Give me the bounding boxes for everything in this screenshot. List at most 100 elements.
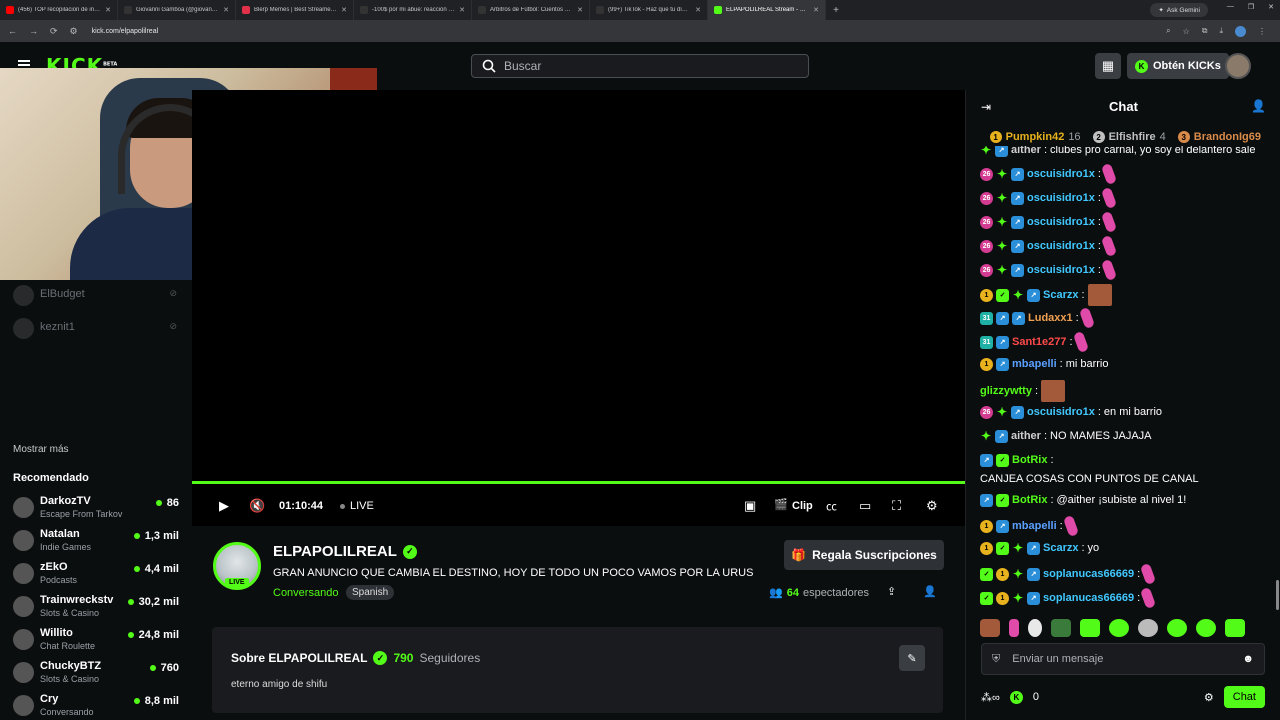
chat-username[interactable]: BotRix <box>1012 452 1047 468</box>
leaderboard-entry[interactable]: 2 Elfishfire 4 <box>1092 128 1166 146</box>
shield-icon[interactable]: ⛨ <box>992 653 1000 666</box>
emoji-picker-icon[interactable]: ☻ <box>1242 653 1254 665</box>
search-input[interactable]: Buscar <box>471 54 809 78</box>
leaderboard-entry[interactable]: 1 Pumpkin42 16 <box>989 128 1081 146</box>
back-icon[interactable]: ← <box>8 26 17 37</box>
mute-icon[interactable]: 🔇 <box>249 498 265 514</box>
chat-username[interactable]: aither <box>1011 146 1041 158</box>
gift-subs-button[interactable]: 🎁 Regala Suscripciones <box>784 540 944 570</box>
chat-username[interactable]: oscuisidro1x <box>1027 214 1095 230</box>
browser-tab[interactable]: -100$ por mi abue: reacción y… ✕ <box>354 0 472 20</box>
emote-green-1[interactable] <box>1080 619 1100 637</box>
sidebar-recommended-channel[interactable]: ChuckyBTZ Slots & Casino 760 <box>13 660 183 690</box>
browser-tab[interactable]: Blerp Memes | Best Streamer S… ✕ <box>236 0 354 20</box>
profile-avatar[interactable] <box>1235 25 1246 37</box>
clip-button[interactable]: Clip <box>792 500 813 512</box>
leaderboard-entry[interactable]: 3 BrandonIg69 <box>1177 128 1265 146</box>
chat-username[interactable]: soplanucas66669 <box>1043 566 1134 582</box>
emote-green-5[interactable] <box>1225 619 1245 637</box>
chat-username[interactable]: oscuisidro1x <box>1027 166 1095 182</box>
sidebar-channel[interactable]: keznit1 ⊘ <box>13 316 183 346</box>
settings-gear-icon[interactable]: ⚙ <box>926 498 938 514</box>
tab-close-icon[interactable]: ✕ <box>341 6 347 14</box>
user-avatar[interactable] <box>1225 53 1251 79</box>
live-indicator[interactable]: LIVE <box>340 500 374 512</box>
browser-tab[interactable]: Árbitros de Fútbol: Cuentos y F… ✕ <box>472 0 590 20</box>
chat-username[interactable]: glizzywtty <box>980 383 1032 399</box>
fullscreen-icon[interactable]: ⛶ <box>892 498 901 514</box>
emote-green-4[interactable] <box>1196 619 1216 637</box>
chat-username[interactable]: oscuisidro1x <box>1027 238 1095 254</box>
browser-tab[interactable]: ELPAPOLILREAL Stream - Watc…✕ <box>708 0 826 20</box>
channel-points-icon[interactable]: ⁂∞ <box>981 691 1000 704</box>
stream-category[interactable]: Conversando <box>273 587 338 599</box>
emote-face[interactable] <box>980 619 1000 637</box>
captions-icon[interactable]: ㏄ <box>826 498 837 514</box>
chat-username[interactable]: Ludaxx1 <box>1028 310 1073 326</box>
chat-username[interactable]: oscuisidro1x <box>1027 404 1095 420</box>
chat-message-input[interactable]: ⛨ Enviar un mensaje ☻ <box>981 643 1265 675</box>
emote-green-2[interactable] <box>1109 619 1129 637</box>
tab-close-icon[interactable]: ✕ <box>813 6 819 14</box>
edit-pencil-icon[interactable]: ✎ <box>899 645 925 671</box>
share-icon[interactable]: ⇪ <box>887 585 896 598</box>
zoom-icon[interactable]: ⌕ <box>1166 26 1170 36</box>
browser-tab[interactable]: (456) TOP recopilacion de insul… ✕ <box>0 0 118 20</box>
emote-car[interactable] <box>1051 619 1071 637</box>
chat-username[interactable]: oscuisidro1x <box>1027 190 1095 206</box>
sidebar-recommended-channel[interactable]: Natalan Indie Games 1,3 mil <box>13 528 183 558</box>
chat-username[interactable]: soplanucas66669 <box>1043 590 1134 606</box>
emote-skull[interactable] <box>1138 619 1158 637</box>
language-tag[interactable]: Spanish <box>346 585 395 600</box>
show-more-link[interactable]: Mostrar más <box>13 444 69 455</box>
bookmark-star-icon[interactable]: ☆ <box>1183 27 1190 36</box>
chat-username[interactable]: oscuisidro1x <box>1027 262 1095 278</box>
browser-tab[interactable]: Giovanni Gamboa (@giovanni… ✕ <box>118 0 236 20</box>
theater-mode-icon[interactable]: ▭ <box>859 498 871 514</box>
maximize-icon[interactable]: ❐ <box>1248 3 1254 11</box>
tab-close-icon[interactable]: ✕ <box>223 6 229 14</box>
video-player[interactable] <box>192 90 965 485</box>
channel-name[interactable]: ELPAPOLILREAL ✓ <box>273 543 417 560</box>
chat-username[interactable]: mbapelli <box>1012 518 1057 534</box>
chat-settings-icon[interactable]: ⚙ <box>1204 691 1214 704</box>
pip-icon[interactable]: ▣ <box>744 498 756 514</box>
close-window-icon[interactable]: ✕ <box>1268 3 1274 11</box>
reload-icon[interactable]: ⟳ <box>50 26 58 37</box>
chat-username[interactable]: BotRix <box>1012 492 1047 508</box>
tab-close-icon[interactable]: ✕ <box>577 6 583 14</box>
chat-username[interactable]: Scarzx <box>1043 540 1078 556</box>
page-scrollbar[interactable] <box>1276 580 1279 610</box>
sidebar-recommended-channel[interactable]: Cry Conversando 8,8 mil <box>13 693 183 720</box>
chat-username[interactable]: Sant1e277 <box>1012 334 1066 350</box>
sidebar-recommended-channel[interactable]: DarkozTV Escape From Tarkov 86 <box>13 495 183 525</box>
play-icon[interactable]: ▶ <box>219 498 229 514</box>
sidebar-recommended-channel[interactable]: Willito Chat Roulette 24,8 mil <box>13 627 183 657</box>
sidebar-recommended-channel[interactable]: zEkO Podcasts 4,4 mil <box>13 561 183 591</box>
ask-gemini-button[interactable]: ✦ Ask Gemini <box>1150 3 1208 17</box>
chat-username[interactable]: aither <box>1011 428 1041 444</box>
sidebar-recommended-channel[interactable]: Trainwreckstv Slots & Casino 30,2 mil <box>13 594 183 624</box>
dashboard-button[interactable]: ▦ <box>1095 53 1121 79</box>
chat-username[interactable]: Scarzx <box>1043 287 1078 303</box>
minimize-icon[interactable]: — <box>1227 3 1234 11</box>
emote-green-3[interactable] <box>1167 619 1187 637</box>
emote-duck[interactable] <box>1028 619 1042 637</box>
get-kicks-button[interactable]: K Obtén KICKs <box>1127 53 1229 79</box>
menu-kebab-icon[interactable]: ⋮ <box>1258 27 1266 36</box>
emote-pink[interactable] <box>1009 619 1019 637</box>
chat-send-button[interactable]: Chat <box>1223 686 1265 708</box>
chat-username[interactable]: mbapelli <box>1012 356 1057 372</box>
address-bar[interactable]: kick.com/elpapolilreal <box>92 23 1166 39</box>
site-info-icon[interactable]: ⚙ <box>70 26 78 37</box>
extensions-icon[interactable]: ⧉ <box>1202 26 1208 36</box>
browser-tab[interactable]: (99+) TikTok - Haz que tu día se… ✕ <box>590 0 708 20</box>
downloads-icon[interactable]: ⤓ <box>1219 26 1223 36</box>
tab-close-icon[interactable]: ✕ <box>459 6 465 14</box>
forward-icon[interactable]: → <box>29 26 38 37</box>
chat-users-icon[interactable]: 👤 <box>1251 99 1266 113</box>
new-tab-icon[interactable]: + <box>826 5 846 16</box>
tab-close-icon[interactable]: ✕ <box>695 6 701 14</box>
follow-user-icon[interactable]: 👤 <box>923 585 937 598</box>
sidebar-channel[interactable]: ElBudget ⊘ <box>13 283 183 313</box>
